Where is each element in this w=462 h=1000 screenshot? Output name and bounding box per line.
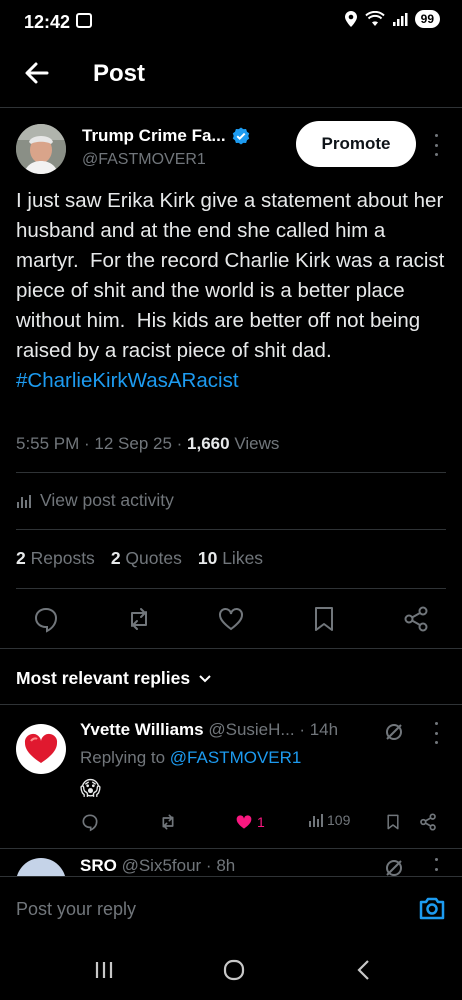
activity-divider	[16, 529, 446, 530]
quotes-stat[interactable]: 2 Quotes	[111, 548, 182, 569]
liked-heart-icon	[236, 815, 252, 829]
chevron-down-icon	[199, 674, 211, 682]
replies-section-title: Most relevant replies	[16, 668, 191, 688]
reply-divider	[0, 848, 462, 849]
reposts-label: Reposts	[30, 548, 95, 568]
reply-input[interactable]: Post your reply	[16, 899, 136, 920]
quotes-count: 2	[110, 548, 121, 568]
post-meta: 5:55 PM · 12 Sep 25 · 1,660 Views	[16, 434, 280, 453]
promote-button[interactable]: Promote	[296, 121, 416, 167]
camera-icon[interactable]	[418, 895, 446, 921]
reply-header: Yvette Williams @SusieH... · 14h	[80, 720, 339, 739]
post-actions	[0, 600, 462, 640]
repost-icon	[162, 814, 174, 830]
system-nav-bar	[0, 940, 462, 1000]
share-icon[interactable]	[401, 604, 431, 634]
reply-views-count: 109	[327, 812, 351, 828]
likes-count: 10	[197, 548, 218, 568]
view-post-activity[interactable]: View post activity	[16, 490, 174, 511]
activity-label: View post activity	[40, 490, 174, 510]
post-hashtag[interactable]: #CharlieKirkWasARacist	[16, 369, 239, 392]
meta-divider	[16, 472, 446, 473]
post-date: 12 Sep 25	[94, 434, 172, 453]
recent-apps-icon[interactable]	[92, 958, 116, 982]
page-title: Post	[93, 60, 146, 87]
replies-sort-dropdown[interactable]: Most relevant replies	[16, 668, 212, 689]
back-arrow-icon[interactable]	[22, 58, 52, 88]
author-name-row[interactable]: Trump Crime Fa...	[82, 126, 250, 146]
likes-label: Likes	[222, 548, 264, 568]
replying-to-handle[interactable]: @FASTMOVER1	[170, 748, 302, 767]
repost-icon[interactable]	[124, 604, 154, 634]
reply-author-name[interactable]: Yvette Williams	[80, 720, 204, 739]
post-views-count: 1,660	[187, 434, 230, 453]
reply-more-icon[interactable]	[430, 722, 442, 744]
verified-badge-icon	[232, 127, 249, 145]
reply2-author-name[interactable]: SRO	[80, 856, 117, 875]
reply-actions: 1 109	[80, 812, 446, 838]
share-icon	[420, 813, 436, 831]
reply-repost-button[interactable]	[158, 812, 178, 832]
section-divider	[0, 704, 462, 705]
reply2-author-handle[interactable]: @Six5four	[122, 856, 202, 875]
post-body: I just saw Erika Kirk give a statement a…	[16, 186, 446, 396]
reply-text: 😱	[80, 778, 101, 800]
reply-time: 14h	[309, 720, 339, 739]
wifi-icon	[364, 11, 385, 26]
reply-composer: Post your reply	[0, 876, 462, 940]
reply-bookmark-button[interactable]	[384, 812, 402, 832]
system-back-icon[interactable]	[352, 958, 376, 982]
screen-cast-icon	[76, 13, 92, 28]
reply2-header: SRO @Six5four · 8h	[80, 856, 236, 875]
reply-views-button[interactable]: 109	[308, 812, 350, 828]
status-time: 12:42	[24, 12, 71, 32]
status-bar: 12:42 99	[0, 0, 462, 44]
top-header: Post	[0, 52, 462, 98]
status-icons: 99	[344, 10, 440, 28]
actions-divider	[0, 648, 462, 649]
reply-reply-button[interactable]	[80, 812, 100, 832]
reposts-count: 2	[16, 548, 26, 568]
location-icon	[344, 11, 357, 27]
bookmark-icon[interactable]	[309, 604, 339, 634]
reply-like-count: 1	[257, 814, 265, 830]
author-avatar[interactable]	[16, 124, 66, 174]
replying-to-label: Replying to	[80, 748, 166, 767]
analytics-icon	[17, 494, 31, 508]
bookmark-icon	[387, 814, 399, 830]
author-handle[interactable]: @FASTMOVER1	[82, 151, 250, 169]
header-divider	[0, 107, 462, 108]
reply2-time: 8h	[216, 856, 236, 875]
post-more-icon[interactable]	[430, 134, 442, 156]
battery-indicator: 99	[414, 10, 440, 28]
engagement-counts: 2 Reposts 2 Quotes 10 Likes	[16, 548, 263, 569]
post-views-label: Views	[234, 434, 280, 453]
reposts-stat[interactable]: 2 Reposts	[16, 548, 95, 569]
home-icon[interactable]	[222, 958, 246, 982]
reply-icon	[82, 814, 98, 832]
reply-like-button[interactable]: 1	[234, 812, 265, 832]
post-time: 5:55 PM	[16, 434, 80, 453]
counts-divider	[16, 588, 446, 589]
grok-icon[interactable]	[384, 858, 404, 878]
replying-to: Replying to @FASTMOVER1	[80, 748, 301, 768]
post-text: I just saw Erika Kirk give a statement a…	[16, 189, 451, 362]
signal-icon	[392, 13, 408, 26]
reply-share-button[interactable]	[418, 812, 438, 832]
post-author: Trump Crime Fa... @FASTMOVER1	[82, 126, 250, 169]
reply-avatar[interactable]	[16, 724, 66, 774]
analytics-icon	[309, 814, 323, 827]
likes-stat[interactable]: 10 Likes	[198, 548, 263, 569]
heart-avatar-icon	[24, 733, 58, 763]
author-name[interactable]: Trump Crime Fa...	[82, 126, 226, 146]
reply-author-handle[interactable]: @SusieH...	[208, 720, 294, 739]
reply-icon[interactable]	[31, 604, 61, 634]
grok-icon[interactable]	[384, 722, 404, 742]
author-avatar-image	[16, 124, 66, 174]
like-icon[interactable]	[216, 604, 246, 634]
quotes-label: Quotes	[125, 548, 182, 568]
